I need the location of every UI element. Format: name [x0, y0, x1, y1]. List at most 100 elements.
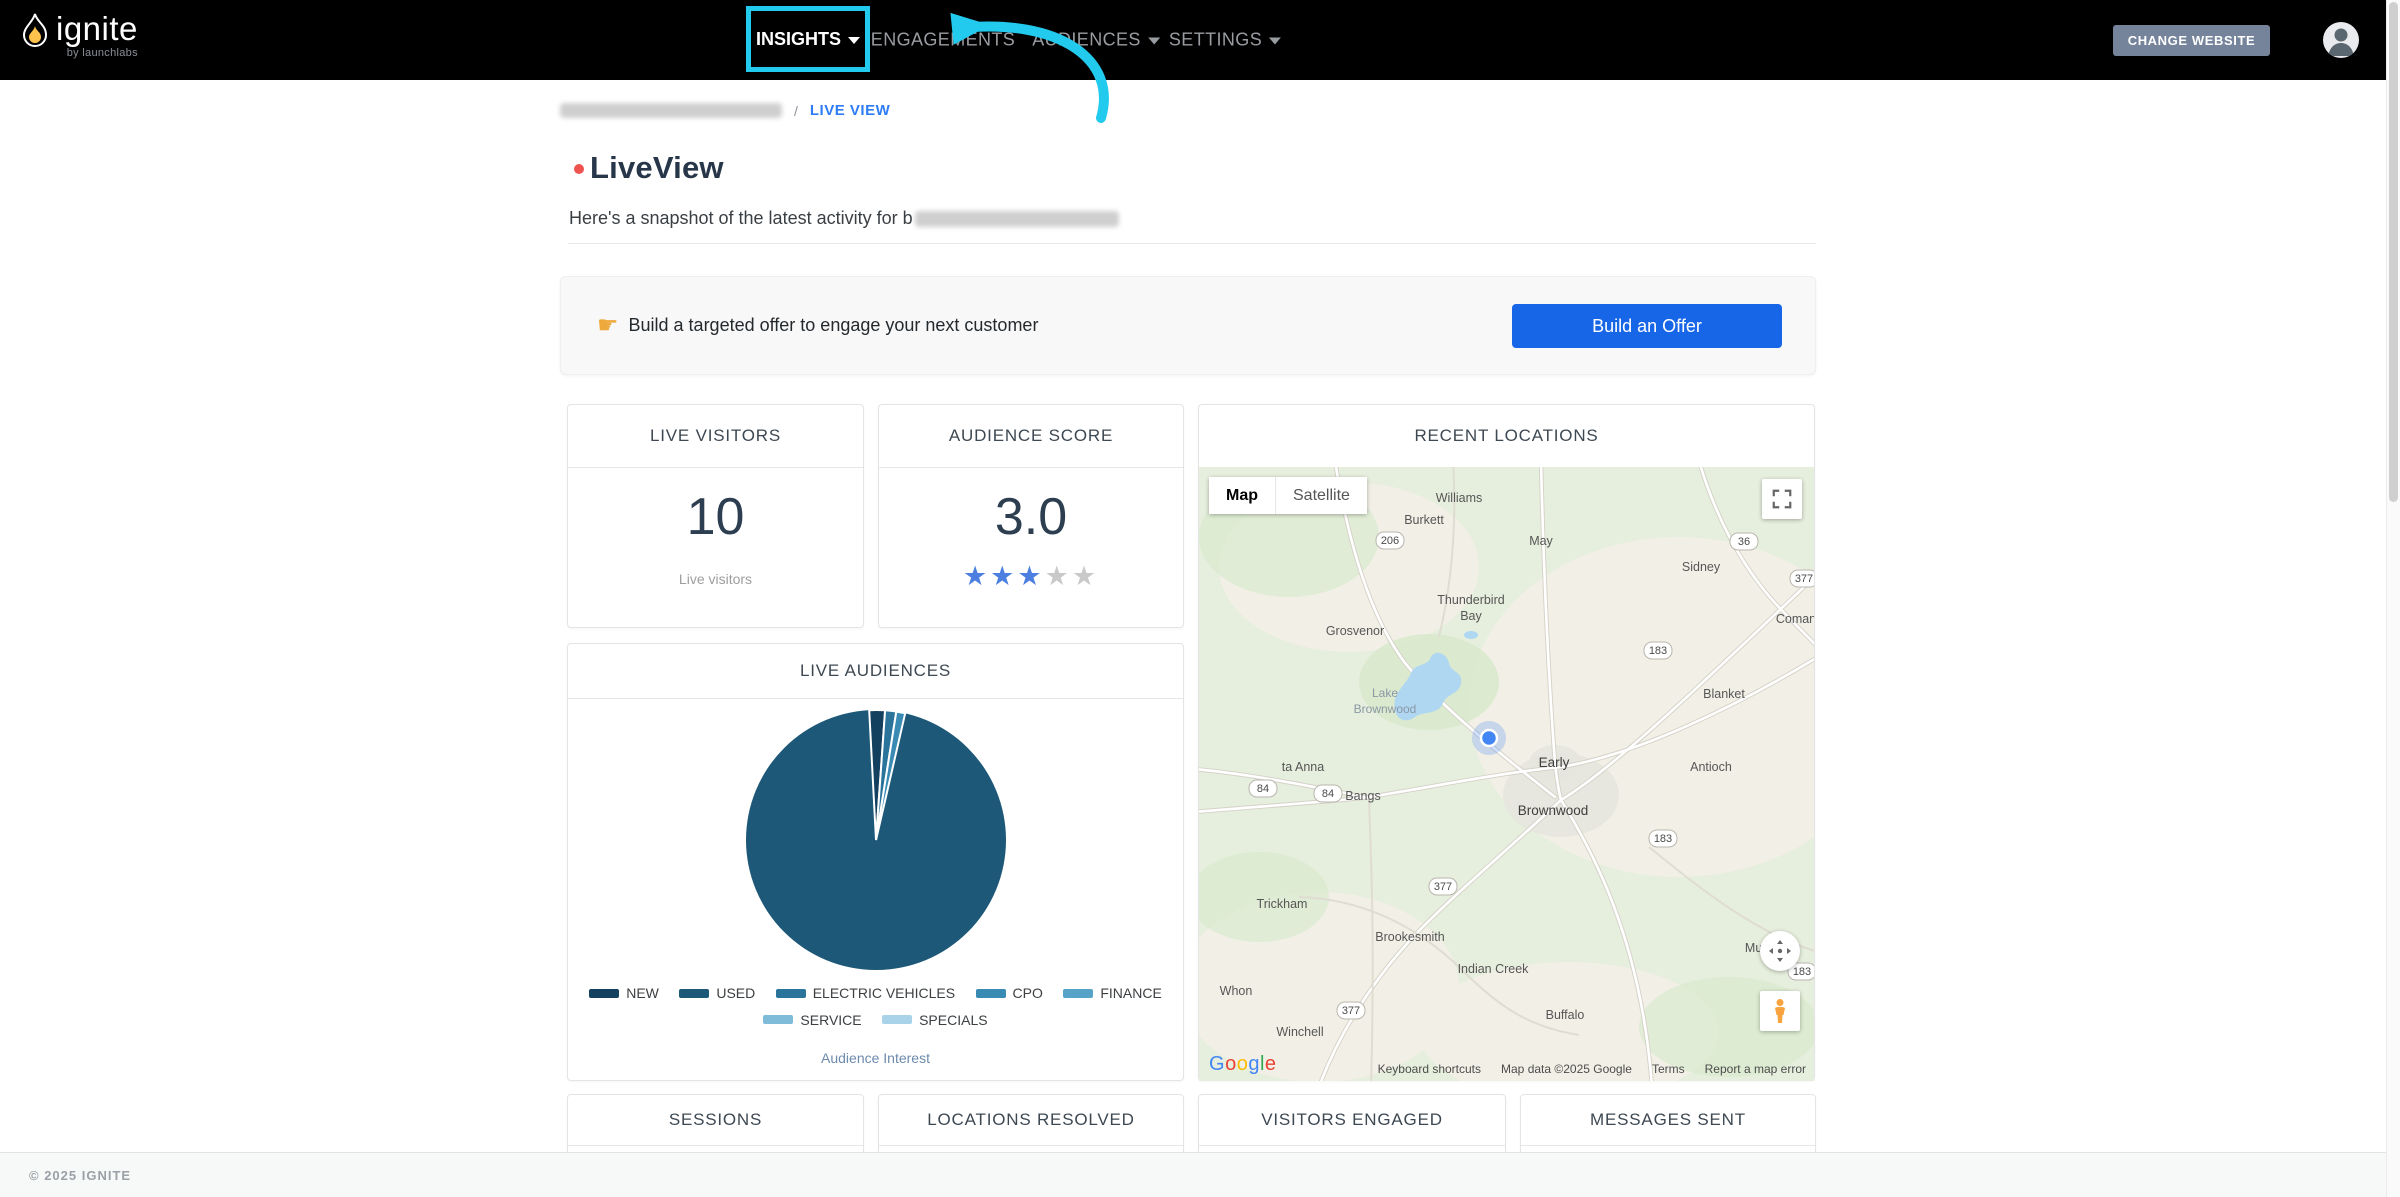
legend-swatch: [976, 989, 1006, 998]
star-icon: ★: [1072, 561, 1099, 591]
page-footer: © 2025 IGNITE: [0, 1152, 2400, 1197]
google-logo[interactable]: Google: [1209, 1053, 1277, 1076]
pegman-icon: [1769, 998, 1791, 1024]
svg-text:Brownwood: Brownwood: [1354, 702, 1417, 716]
audience-score-card: AUDIENCE SCORE 3.0 ★★★★★: [878, 404, 1184, 628]
flame-icon: [22, 12, 48, 52]
svg-text:183: 183: [1649, 645, 1667, 657]
nav-engagements-label: ENGAGEMENTS: [871, 30, 1015, 51]
legend-label: ELECTRIC VEHICLES: [813, 980, 955, 1006]
nav-settings-label: SETTINGS: [1169, 30, 1262, 51]
breadcrumb: / LIVE VIEW: [560, 102, 890, 119]
scrollbar-thumb[interactable]: [2389, 2, 2398, 502]
live-indicator-dot: [574, 164, 584, 174]
location-marker: [1472, 721, 1506, 755]
legend-label: CPO: [1013, 980, 1043, 1006]
logo-subtext: by launchlabs: [67, 48, 138, 59]
breadcrumb-current: LIVE VIEW: [810, 102, 890, 119]
map-attribution: Keyboard shortcuts Map data ©2025 Google…: [1378, 1062, 1806, 1076]
fullscreen-button[interactable]: [1762, 479, 1802, 519]
divider: [568, 243, 1816, 244]
recent-locations-title: RECENT LOCATIONS: [1199, 405, 1814, 468]
fullscreen-icon: [1771, 488, 1793, 510]
legend-swatch: [776, 989, 806, 998]
svg-text:Sidney: Sidney: [1682, 560, 1721, 574]
audience-pie-chart: [568, 700, 1183, 980]
breadcrumb-separator: /: [794, 103, 798, 119]
star-icon: ★: [963, 561, 990, 591]
legend-swatch: [1063, 989, 1093, 998]
nav-item-audiences[interactable]: AUDIENCES: [1032, 30, 1160, 51]
svg-text:183: 183: [1793, 966, 1811, 978]
star-rating: ★★★★★: [879, 561, 1183, 592]
svg-text:Thunderbird: Thunderbird: [1437, 593, 1504, 607]
chevron-down-icon: [848, 37, 860, 44]
svg-text:Winchell: Winchell: [1276, 1025, 1323, 1039]
top-navbar: ignite by launchlabs INSIGHTS ENGAGEMENT…: [0, 0, 2400, 80]
legend-swatch: [882, 1015, 912, 1024]
svg-text:183: 183: [1654, 833, 1672, 845]
svg-text:Indian Creek: Indian Creek: [1458, 962, 1530, 976]
legend-swatch: [679, 989, 709, 998]
svg-text:84: 84: [1257, 783, 1269, 795]
terms-link[interactable]: Terms: [1652, 1062, 1685, 1076]
svg-text:377: 377: [1434, 881, 1452, 893]
chevron-down-icon: [1148, 38, 1160, 45]
report-error-link[interactable]: Report a map error: [1705, 1062, 1806, 1076]
star-icon: ★: [990, 561, 1017, 591]
live-visitors-value: 10: [568, 489, 863, 545]
svg-text:May: May: [1529, 534, 1553, 548]
map-canvas[interactable]: Williams Burkett May Sidney Thunderbird …: [1199, 467, 1814, 1081]
page-subtitle-text: Here's a snapshot of the latest activity…: [569, 208, 913, 228]
liveview-page: ignite by launchlabs INSIGHTS ENGAGEMENT…: [0, 0, 2400, 1197]
svg-text:Bay: Bay: [1460, 609, 1482, 623]
svg-text:Whon: Whon: [1220, 984, 1253, 998]
pegman-control[interactable]: [1760, 991, 1800, 1031]
pie-caption: Audience Interest: [568, 1050, 1183, 1066]
messages-sent-title: MESSAGES SENT: [1521, 1095, 1815, 1146]
svg-text:Brownwood: Brownwood: [1518, 803, 1589, 818]
keyboard-shortcuts-link[interactable]: Keyboard shortcuts: [1378, 1062, 1481, 1076]
pan-control[interactable]: [1760, 931, 1800, 971]
nav-insights-label: INSIGHTS: [756, 29, 841, 50]
live-audiences-card: LIVE AUDIENCES NEW USED ELECTRIC VEHICLE…: [567, 643, 1184, 1081]
scrollbar-track[interactable]: [2386, 0, 2400, 1197]
change-website-button[interactable]: CHANGE WEBSITE: [2113, 25, 2270, 56]
svg-text:Bangs: Bangs: [1345, 789, 1380, 803]
star-icon: ★: [1045, 561, 1072, 591]
breadcrumb-site-redacted[interactable]: [560, 103, 782, 118]
live-visitors-title: LIVE VISITORS: [568, 405, 863, 468]
satellite-button[interactable]: Satellite: [1275, 477, 1367, 514]
nav-item-settings[interactable]: SETTINGS: [1169, 30, 1281, 51]
user-avatar[interactable]: [2323, 22, 2359, 58]
live-audiences-title: LIVE AUDIENCES: [568, 644, 1183, 699]
map-button[interactable]: Map: [1209, 477, 1275, 514]
map-data-text: Map data ©2025 Google: [1501, 1062, 1632, 1076]
svg-text:36: 36: [1738, 536, 1750, 548]
ignite-logo[interactable]: ignite by launchlabs: [22, 12, 138, 59]
svg-text:377: 377: [1342, 1005, 1360, 1017]
svg-text:Early: Early: [1539, 755, 1570, 770]
svg-text:Coman: Coman: [1776, 612, 1814, 626]
pie-legend: NEW USED ELECTRIC VEHICLES CPO FINANCE S…: [568, 980, 1183, 1033]
offer-banner-text: ☛ Build a targeted offer to engage your …: [597, 311, 1038, 340]
copyright-text: © 2025 IGNITE: [29, 1168, 131, 1183]
recent-locations-card: RECENT LOCATIONS: [1198, 404, 1815, 1081]
nav-item-insights[interactable]: INSIGHTS: [746, 6, 870, 72]
chevron-down-icon: [1269, 38, 1281, 45]
subtitle-redacted: [915, 211, 1119, 227]
legend-swatch: [589, 989, 619, 998]
audience-score-title: AUDIENCE SCORE: [879, 405, 1183, 468]
offer-banner: ☛ Build a targeted offer to engage your …: [560, 276, 1816, 375]
locations-resolved-title: LOCATIONS RESOLVED: [879, 1095, 1183, 1146]
svg-text:Buffalo: Buffalo: [1546, 1008, 1585, 1022]
nav-item-engagements[interactable]: ENGAGEMENTS: [871, 30, 1015, 51]
legend-label: FINANCE: [1100, 980, 1161, 1006]
build-offer-button[interactable]: Build an Offer: [1512, 304, 1782, 348]
svg-text:ta Anna: ta Anna: [1282, 760, 1324, 774]
svg-text:Trickham: Trickham: [1257, 897, 1308, 911]
pointing-hand-icon: ☛: [597, 311, 619, 340]
svg-text:Burkett: Burkett: [1404, 513, 1444, 527]
audience-score-value: 3.0: [879, 489, 1183, 545]
svg-text:84: 84: [1322, 788, 1334, 800]
